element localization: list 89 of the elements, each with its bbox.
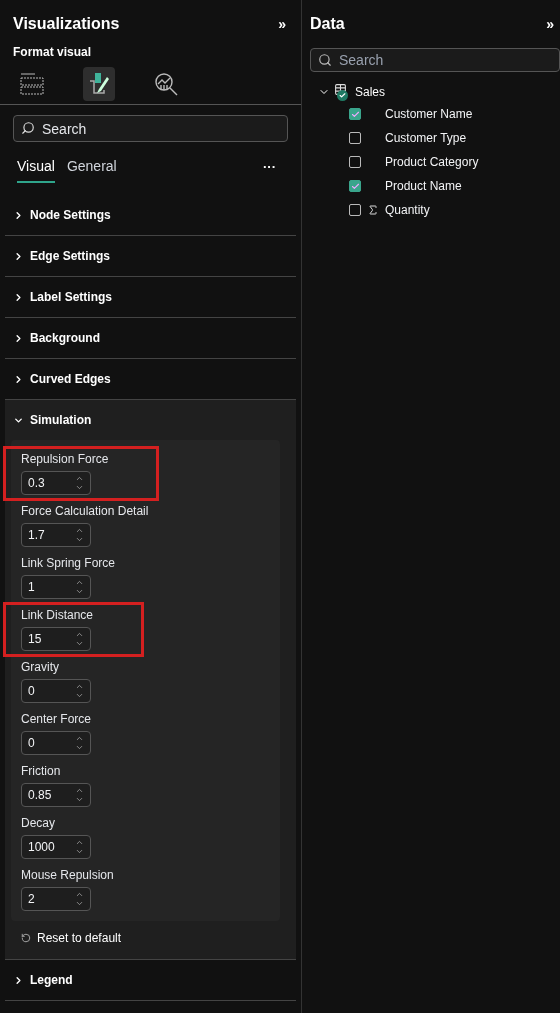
spinner-value: 0.3 [28,475,45,492]
section-header[interactable]: Legend [5,960,296,1000]
spinner-value: 1.7 [28,527,45,544]
checkbox[interactable] [349,156,361,168]
increment-icon[interactable] [75,786,84,795]
search-field[interactable]: Search [310,48,560,72]
spinner-value: 2 [28,891,35,908]
chevron-right-icon [13,291,24,303]
field-label: Decay [21,816,56,831]
increment-icon[interactable] [75,526,84,535]
spinner-value: 15 [28,631,42,648]
tab[interactable]: Visual [17,156,55,183]
number-spinner[interactable]: 0 [21,731,91,755]
field-item[interactable]: Product Name [310,174,560,198]
reset-button[interactable]: Reset to default [11,923,290,953]
decrement-icon[interactable] [75,743,84,752]
increment-icon[interactable] [75,682,84,691]
field-label: Link Spring Force [21,556,116,571]
spinner-value: 1000 [28,839,55,856]
field-label: Gravity [21,660,60,675]
number-spinner[interactable]: 0.3 [21,471,91,495]
section-header[interactable]: Edge Settings [5,236,296,276]
field-item[interactable]: Product Category [310,150,560,174]
sigma-icon [367,204,379,216]
increment-icon[interactable] [75,734,84,743]
table-node[interactable]: Sales [310,82,560,102]
field-item[interactable]: Customer Type [310,126,560,150]
search-field[interactable]: Search [13,115,288,142]
collapse-button[interactable]: » [278,13,286,35]
decrement-icon[interactable] [75,795,84,804]
field-label: Mouse Repulsion [21,868,114,883]
number-spinner[interactable]: 1 [21,575,91,599]
spinner-value: 0 [28,683,35,700]
number-spinner[interactable]: 0 [21,679,91,703]
chevron-right-icon [13,250,24,262]
checkbox[interactable] [349,180,361,192]
panel-subtitle: Format visual [12,44,93,61]
number-spinner[interactable]: 1.7 [21,523,91,547]
collapse-button[interactable]: » [546,13,554,35]
field-item[interactable]: Quantity [310,198,560,222]
panel-title: Data [310,14,345,34]
tab[interactable]: General [66,156,117,183]
spinner-value: 0.85 [28,787,52,804]
checkbox[interactable] [349,132,361,144]
decrement-icon[interactable] [75,847,84,856]
chevron-right-icon [13,373,24,385]
section-header[interactable]: Label Settings [5,277,296,317]
number-spinner[interactable]: 15 [21,627,91,651]
increment-icon[interactable] [75,578,84,587]
table-icon [334,83,349,101]
paintbrush-icon [87,70,111,97]
decrement-icon[interactable] [75,483,84,492]
number-spinner[interactable]: 2 [21,887,91,911]
decrement-icon[interactable] [75,639,84,648]
decrement-icon[interactable] [75,899,84,908]
chevron-right-icon [13,974,24,986]
section-header[interactable]: Node Settings [5,195,296,235]
field-label: Center Force [21,712,92,727]
number-spinner[interactable]: 1000 [21,835,91,859]
field-item[interactable]: Customer Name [310,102,560,126]
increment-icon[interactable] [75,474,84,483]
checkbox[interactable] [349,204,361,216]
section-header[interactable]: Background [5,318,296,358]
field-label: Friction [21,764,62,779]
checkbox[interactable] [349,108,361,120]
chevron-right-icon [13,209,24,221]
increment-icon[interactable] [75,890,84,899]
increment-icon[interactable] [75,630,84,639]
decrement-icon[interactable] [75,587,84,596]
field-label: Repulsion Force [21,452,109,467]
analytics-icon [153,70,179,97]
panel-title: Visualizations [13,14,120,34]
increment-icon[interactable] [75,838,84,847]
chevron-right-icon [13,332,24,344]
spinner-value: 0 [28,735,35,752]
decrement-icon[interactable] [75,691,84,700]
format-tab[interactable] [83,66,115,101]
decrement-icon[interactable] [75,535,84,544]
fields-icon [19,71,45,96]
field-label: Link Distance [21,608,94,623]
more-button[interactable]: ··· [263,156,276,183]
search-icon [318,53,332,67]
section-header[interactable]: Simulation [5,400,296,440]
field-label: Force Calculation Detail [21,504,149,519]
spinner-value: 1 [28,579,35,596]
number-spinner[interactable]: 0.85 [21,783,91,807]
reset-icon [21,933,31,943]
search-icon [21,121,35,135]
section-header[interactable]: Curved Edges [5,359,296,399]
